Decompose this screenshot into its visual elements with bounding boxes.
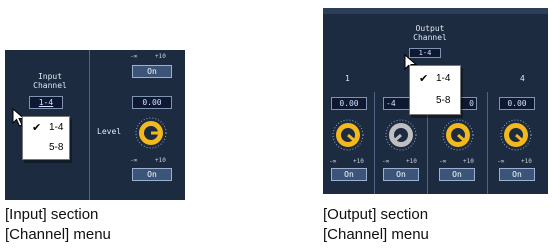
output-channel-header: Output Channel <box>395 24 465 42</box>
scale-min-label: -∞ <box>439 158 447 165</box>
caption-line: [Channel] menu <box>323 226 429 243</box>
input-caption: [Input] section [Channel] menu <box>5 205 111 245</box>
scale-max-label: +10 <box>155 157 166 164</box>
scale-min-label: -∞ <box>329 158 337 165</box>
channel-menu: ✔ 1-4 5-8 <box>22 116 70 160</box>
on-button[interactable]: On <box>132 65 172 78</box>
on-button-ch3[interactable]: On <box>439 168 475 181</box>
scale-max-label: +10 <box>155 53 166 60</box>
knob-icon <box>332 119 364 151</box>
scale-min-label: -∞ <box>497 158 505 165</box>
caption-line: [Channel] menu <box>5 226 111 243</box>
channel-select-button[interactable]: 1-4 <box>29 96 63 109</box>
value-field-ch4[interactable]: 0.00 <box>499 97 535 110</box>
checkmark-icon: ✔ <box>32 122 42 134</box>
on-button-ch1[interactable]: On <box>331 168 367 181</box>
channel-number-4: 4 <box>520 74 525 83</box>
caption-line: [Input] section <box>5 206 99 223</box>
knob-icon <box>135 117 167 149</box>
level-value-field[interactable]: 0.00 <box>132 96 172 109</box>
level-knob[interactable] <box>134 116 168 150</box>
checkmark-icon: ✔ <box>419 73 429 85</box>
divider <box>487 92 488 194</box>
menu-item-5-8[interactable]: 5-8 <box>410 91 460 111</box>
channel-number-1: 1 <box>345 74 350 83</box>
level-label: Level <box>97 127 122 136</box>
scale-min-label: -∞ <box>130 53 138 60</box>
level-knob-ch3[interactable] <box>441 118 475 152</box>
caption-line: [Output] section <box>323 206 429 223</box>
level-knob-ch4[interactable] <box>499 118 533 152</box>
divider <box>374 92 375 194</box>
header-sublabel: Channel <box>413 33 447 42</box>
header-label: Output <box>415 24 445 33</box>
menu-item-label: 5-8 <box>436 95 451 106</box>
scale-max-label: +10 <box>521 158 532 165</box>
menu-item-1-4[interactable]: ✔ 1-4 <box>410 69 460 89</box>
scale-max-label: +10 <box>406 158 417 165</box>
on-button-ch2[interactable]: On <box>383 168 419 181</box>
scale-max-label: +10 <box>353 158 364 165</box>
knob-icon <box>442 119 474 151</box>
header-label: Input <box>37 72 63 81</box>
menu-item-1-4[interactable]: ✔ 1-4 <box>23 118 69 138</box>
scale-min-label: -∞ <box>130 157 138 164</box>
knob-icon <box>500 119 532 151</box>
scale-max-label: +10 <box>463 158 474 165</box>
input-channel-header: Input Channel <box>15 72 85 90</box>
header-sublabel: Channel <box>33 81 67 90</box>
menu-item-5-8[interactable]: 5-8 <box>23 138 69 158</box>
output-caption: [Output] section [Channel] menu <box>323 205 429 245</box>
menu-item-label: 5-8 <box>49 142 64 153</box>
value-field-ch1[interactable]: 0.00 <box>331 97 367 110</box>
divider <box>89 50 90 200</box>
menu-item-label: 1-4 <box>49 122 64 133</box>
scale-min-label: -∞ <box>382 158 390 165</box>
knob-icon <box>385 119 417 151</box>
menu-item-label: 1-4 <box>436 73 451 84</box>
level-knob-ch1[interactable] <box>331 118 365 152</box>
on-button-ch4[interactable]: On <box>499 168 535 181</box>
channel-menu: ✔ 1-4 5-8 <box>409 65 461 115</box>
top-strip <box>323 8 548 14</box>
level-knob-ch2[interactable] <box>384 118 418 152</box>
on-button[interactable]: On <box>132 168 172 181</box>
